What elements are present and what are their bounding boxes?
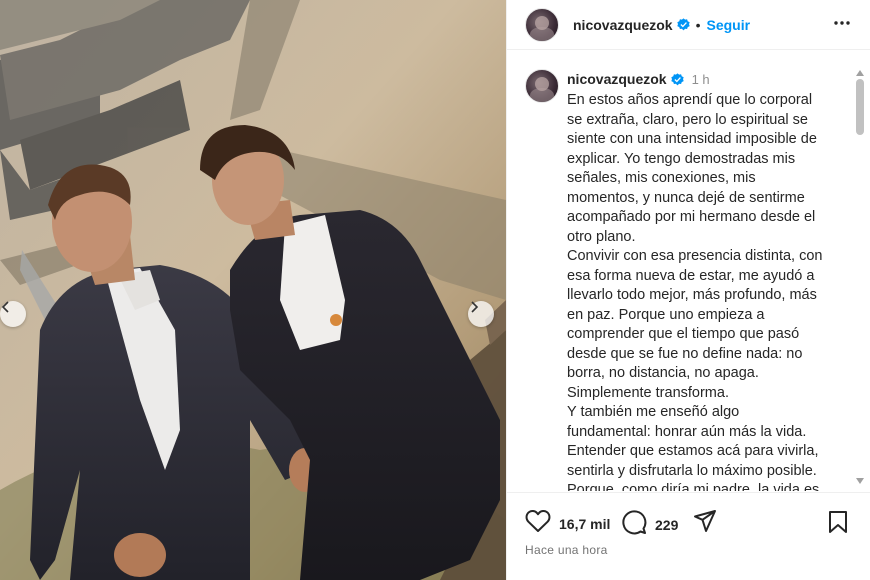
- caption-section[interactable]: nicovazquezok 1 h En estos años aprendí …: [507, 51, 870, 491]
- caption-avatar-wrap: [525, 69, 559, 103]
- previous-photo-button[interactable]: [0, 301, 26, 327]
- post-timestamp[interactable]: Hace una hora: [525, 543, 608, 557]
- comment-button[interactable]: 229: [621, 509, 678, 540]
- likes-count: 16,7 mil: [559, 515, 611, 532]
- share-button[interactable]: [693, 509, 717, 538]
- caption-text: En estos años aprendí que lo corporal se…: [567, 92, 823, 491]
- heart-icon: [525, 509, 551, 538]
- bookmark-icon: [827, 511, 849, 538]
- share-icon: [693, 509, 717, 538]
- caption-scrollbar[interactable]: [854, 59, 866, 489]
- avatar[interactable]: [525, 7, 559, 42]
- post-header: nicovazquezok • Seguir: [507, 0, 870, 50]
- post-actions: 16,7 mil 229 Hace una hora: [507, 492, 870, 580]
- separator-dot: •: [695, 16, 701, 33]
- caption-time: 1 h: [691, 71, 710, 87]
- comment-icon: [621, 509, 647, 540]
- comments-count: 229: [655, 516, 679, 533]
- username-link[interactable]: nicovazquezok: [573, 17, 673, 33]
- photo-scene: [0, 0, 506, 580]
- verified-badge-icon: [676, 18, 690, 31]
- like-button[interactable]: 16,7 mil: [525, 509, 610, 538]
- scroll-down-arrow-icon[interactable]: [856, 471, 864, 489]
- more-options-icon[interactable]: [833, 14, 851, 37]
- follow-button[interactable]: Seguir: [707, 17, 751, 33]
- verified-badge-icon: [670, 72, 684, 86]
- caption-avatar[interactable]: [525, 69, 559, 103]
- save-button[interactable]: [827, 510, 849, 539]
- next-photo-button[interactable]: [468, 301, 494, 327]
- post-photo[interactable]: [0, 0, 506, 580]
- caption-username-link[interactable]: nicovazquezok: [567, 71, 667, 87]
- scroll-thumb[interactable]: [856, 79, 864, 135]
- caption-user-line: nicovazquezok 1 h: [567, 69, 710, 89]
- post-details-panel: nicovazquezok • Seguir nicovazquezok 1 h…: [506, 0, 870, 580]
